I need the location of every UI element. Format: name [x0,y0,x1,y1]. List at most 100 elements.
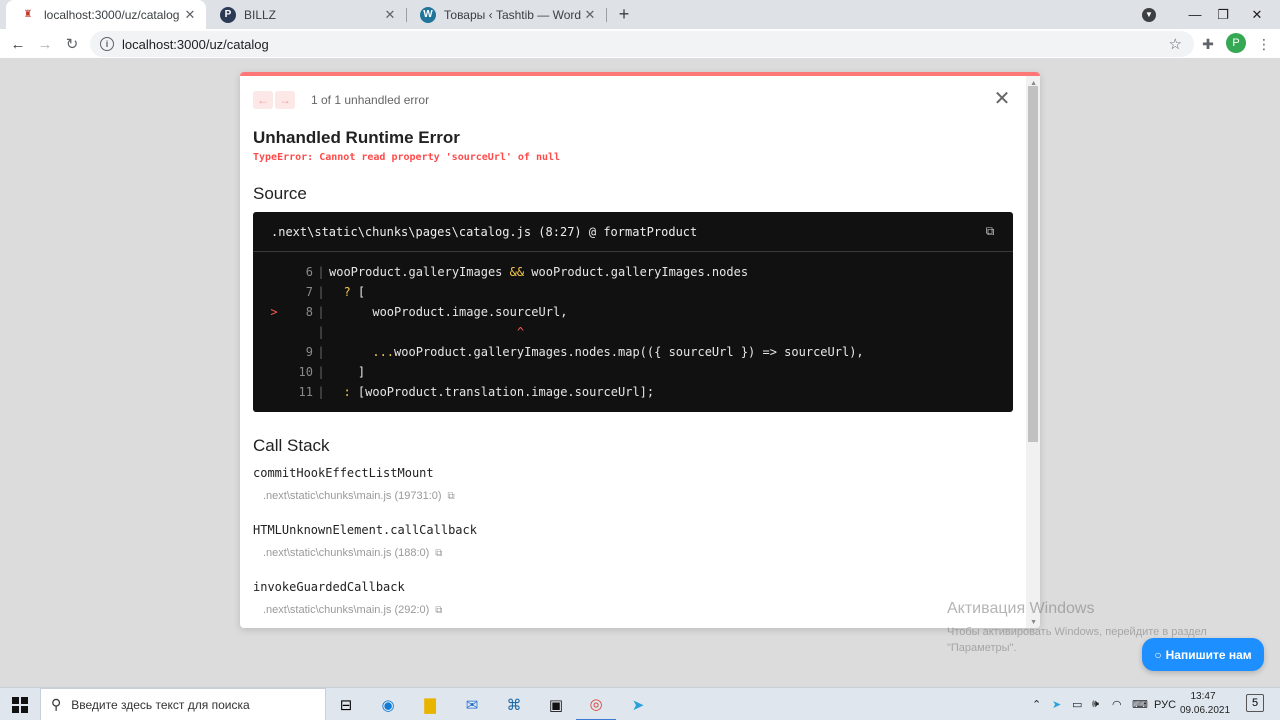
code-text: ? [ [343,285,366,299]
forward-button[interactable]: → [35,34,55,54]
task-view-icon[interactable]: ⊟ [326,688,366,720]
close-icon[interactable]: ✕ [582,7,598,23]
chat-button-label: Напишите нам [1165,647,1252,662]
tab-wordpress[interactable]: W Товары ‹ Tashtib — WordPress ✕ [406,0,606,29]
gutter-bar: | [317,305,325,319]
windows-taskbar: ⚲ Введите здесь текст для поиска ⊟ ◉ ▇ ✉… [0,687,1280,720]
windows-start-button[interactable] [0,688,40,720]
error-navigation: ← → [253,91,295,109]
callstack-file-link[interactable]: .next\static\chunks\main.js (292:0) ⧉ [263,604,442,616]
external-link-icon[interactable]: ⧉ [435,548,442,559]
webstorm-icon[interactable]: ▣ [536,688,576,720]
tab-search-icon[interactable]: ▼ [1126,0,1172,29]
close-icon[interactable]: ✕ [382,7,398,23]
mail-icon[interactable]: ✉ [452,688,492,720]
edge-icon[interactable]: ◉ [368,688,408,720]
line-number: 8 [305,305,313,319]
tab-localhost-catalog[interactable]: ♜ localhost:3000/uz/catalog ✕ [6,0,206,29]
code-line: 11 | : [wooProduct.translation.image.sour… [253,382,1013,402]
gutter-bar: | [317,265,325,279]
vscode-icon[interactable]: ⌘ [494,688,534,720]
callstack-file: .next\static\chunks\main.js (292:0) [263,604,430,616]
external-link-icon[interactable]: ⧉ [435,605,442,616]
clock-time: 13:47 [1190,691,1216,702]
code-frame-header[interactable]: .next\static\chunks\pages\catalog.js (8:… [253,212,1013,252]
new-tab-button[interactable]: + [614,4,634,24]
code-line: 7 | ? [ [253,282,1013,302]
close-dialog-icon[interactable]: ✕ [993,89,1011,109]
menu-kebab-icon[interactable]: ⋮ [1254,34,1274,54]
callstack-frame: commitHookEffectListMount .next\static\c… [253,466,455,502]
clock-date: 09.06.2021 [1180,705,1231,716]
tab-billz[interactable]: P BILLZ ✕ [206,0,406,29]
line-number: 7 [305,285,313,299]
code-text: wooProduct.image.sourceUrl, [329,305,568,319]
volume-icon[interactable]: 🕪 [1092,688,1099,720]
browser-toolbar: ← → ↻ i localhost:3000/uz/catalog ☆ ✚ ⋮ [0,29,1280,59]
error-dialog: ← → 1 of 1 unhandled error ✕ Unhandled R… [240,72,1040,628]
profile-avatar[interactable]: P [1226,33,1246,53]
localhost-icon: ♜ [23,9,33,20]
line-number: 6 [305,265,313,279]
callstack-file-link[interactable]: .next\static\chunks\main.js (188:0) ⧉ [263,547,477,559]
callstack-function: HTMLUnknownElement.callCallback [253,523,477,537]
chat-circle-icon: ○ [1154,647,1162,662]
taskbar-search-placeholder: Введите здесь текст для поиска [71,697,250,712]
tab-title: BILLZ [244,7,277,22]
code-line: | ^ [253,322,1013,342]
chrome-icon[interactable]: ◎ [576,688,616,720]
language-indicator[interactable]: РУС [1154,688,1176,720]
taskbar-search-box[interactable]: ⚲ Введите здесь текст для поиска [40,688,326,720]
prev-error-button[interactable]: ← [253,91,273,109]
telegram-icon[interactable]: ➤ [618,688,658,720]
open-in-editor-icon[interactable]: ⧉ [983,224,997,238]
close-window-button[interactable]: ✕ [1234,0,1280,29]
error-title: Unhandled Runtime Error [253,128,460,147]
callstack-frame: HTMLUnknownElement.callCallback .next\st… [253,523,477,559]
callstack-function: invokeGuardedCallback [253,580,405,594]
dialog-scrollbar[interactable]: ▲ ▼ [1026,76,1040,628]
error-accent-bar [240,72,1040,76]
wifi-icon[interactable]: ◠ [1112,688,1122,720]
code-frame-file: .next\static\chunks\pages\catalog.js (8:… [271,224,698,239]
file-explorer-icon[interactable]: ▇ [410,688,450,720]
code-line: 9 | ...wooProduct.galleryImages.nodes.map… [253,342,1013,362]
line-number: 9 [305,345,313,359]
back-button[interactable]: ← [8,34,28,54]
chat-widget-button[interactable]: ○ Напишите нам [1142,638,1264,671]
info-icon[interactable]: i [100,37,114,51]
close-icon[interactable]: ✕ [182,7,198,23]
code-text: ^ [516,325,525,339]
callstack-function: commitHookEffectListMount [253,466,434,480]
scroll-thumb[interactable] [1028,86,1038,442]
keyboard-icon[interactable]: ⌨ [1132,688,1148,720]
search-icon: ⚲ [51,696,62,712]
line-number: 10 [298,365,313,379]
tray-chevron-icon[interactable]: ⌃ [1032,688,1041,720]
tab-title: localhost:3000/uz/catalog [44,7,180,22]
tab-title: Товары ‹ Tashtib — WordPress [444,7,582,22]
notification-center-icon[interactable]: 5 [1246,694,1264,712]
clock[interactable]: 13:47 09.06.2021 [1180,690,1231,718]
callstack-file-link[interactable]: .next\static\chunks\main.js (19731:0) ⧉ [263,490,455,502]
gutter-bar: | [317,385,325,399]
error-line-marker: > [270,305,278,319]
code-text: ...wooProduct.galleryImages.nodes.map(({… [372,345,864,359]
gutter-bar: | [317,345,325,359]
tray-telegram-icon[interactable]: ➤ [1052,688,1061,720]
next-error-button[interactable]: → [275,91,295,109]
url-text: localhost:3000/uz/catalog [122,36,269,52]
external-link-icon[interactable]: ⧉ [448,491,455,502]
extensions-puzzle-icon[interactable]: ✚ [1198,34,1218,54]
code-frame: .next\static\chunks\pages\catalog.js (8:… [253,212,1013,412]
activation-watermark-title: Активация Windows [947,600,1095,617]
gutter-bar: | [317,325,325,339]
tab-separator [606,8,607,22]
bookmark-star-icon[interactable]: ☆ [1169,35,1182,53]
error-message: TypeError: Cannot read property 'sourceU… [253,152,561,163]
callstack-file: .next\static\chunks\main.js (188:0) [263,547,430,559]
reload-button[interactable]: ↻ [62,34,82,54]
address-bar[interactable]: i localhost:3000/uz/catalog ☆ [90,31,1194,57]
tray-app-icon[interactable]: ▭ [1072,688,1082,720]
callstack-frame: invokeGuardedCallback .next\static\chunk… [253,580,442,616]
